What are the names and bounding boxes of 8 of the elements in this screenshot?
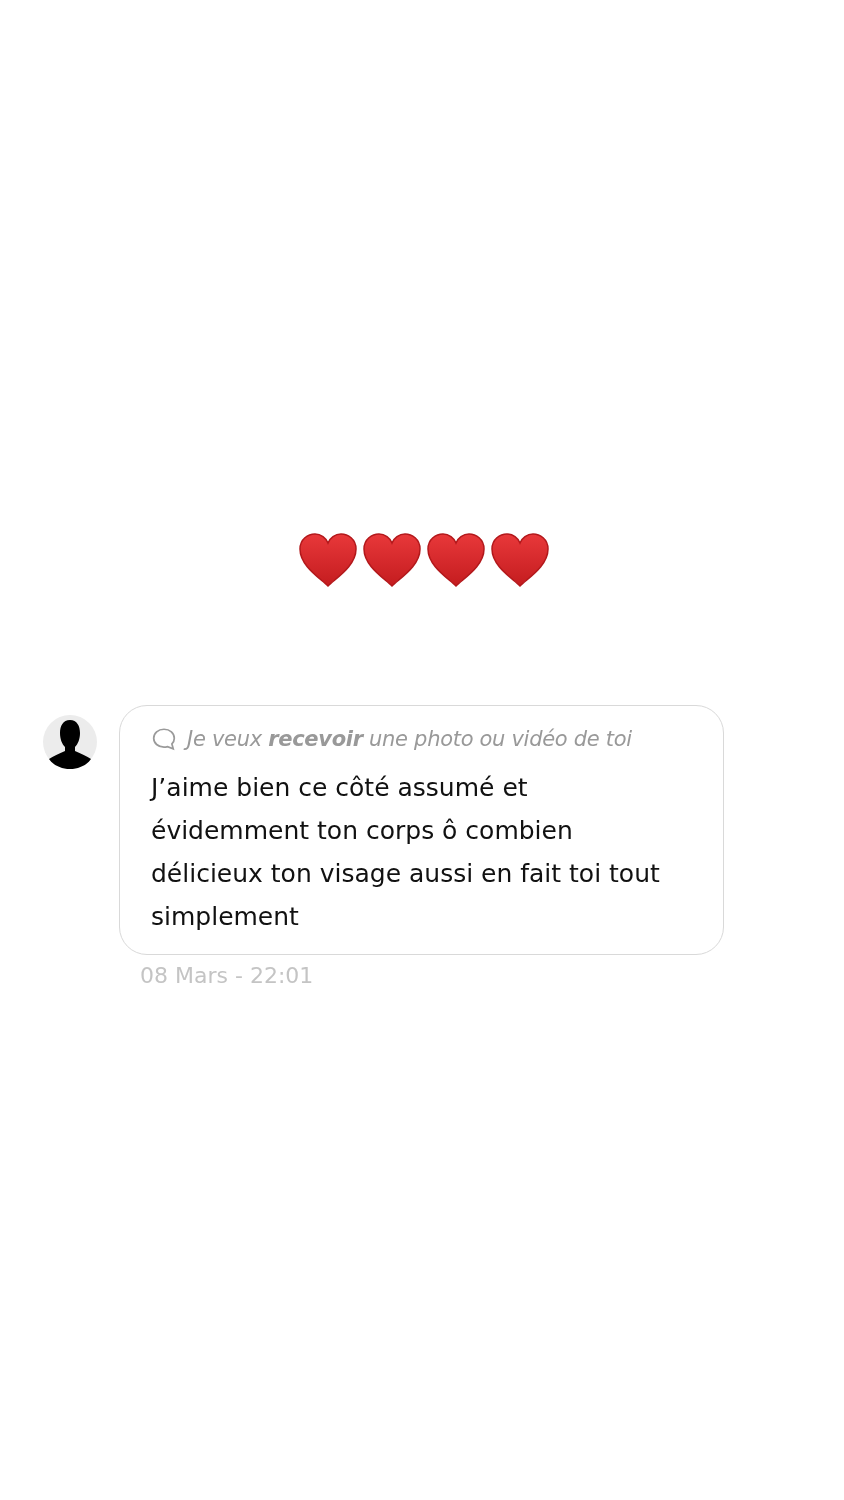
heart-icon (298, 532, 358, 588)
message-text: J’aime bien ce côté assumé et évidemment ton corps ô combien délicieux ton visage aussi en fait toi tout simplement (151, 772, 661, 933)
speech-bubble-icon (151, 726, 177, 752)
heart-icon (362, 532, 422, 588)
heart-icon (490, 532, 550, 588)
heart-icon (426, 532, 486, 588)
avatar-icon (43, 715, 97, 769)
timestamp: 08 Mars - 22:01 (140, 963, 315, 988)
